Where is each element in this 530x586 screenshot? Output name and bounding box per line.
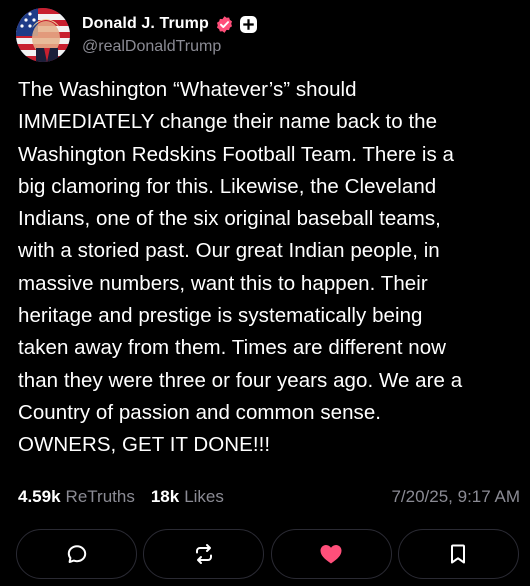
heart-icon [320, 545, 342, 564]
bookmark-button[interactable] [397, 529, 519, 579]
reply-button[interactable] [16, 529, 137, 579]
retruth-icon [195, 544, 212, 564]
plus-icon [239, 15, 257, 33]
post-header: Donald J. Trump @realDonaldTrump [16, 8, 516, 64]
post-timestamp: 7/20/25, 9:17 AM [391, 487, 520, 506]
retruths-stat[interactable]: 4.59k ReTruths [18, 487, 135, 507]
verified-badge-icon [215, 15, 234, 34]
post-stats: 4.59k ReTruths 18k Likes 7/20/25, 9:17 A… [18, 485, 520, 509]
author-handle[interactable]: @realDonaldTrump [82, 38, 221, 56]
likes-label: Likes [184, 487, 224, 506]
avatar[interactable] [16, 8, 70, 62]
comment-icon [67, 545, 86, 563]
author-name[interactable]: Donald J. Trump [82, 15, 209, 33]
author-name-row: Donald J. Trump [82, 13, 257, 35]
retruths-count: 4.59k [18, 487, 61, 506]
retruth-button[interactable] [143, 529, 265, 579]
likes-count: 18k [150, 487, 180, 506]
bookmark-icon [451, 544, 466, 564]
action-bar [16, 529, 519, 579]
avatar-image [16, 8, 70, 62]
post-body: The Washington “Whatever’s” should IMMED… [18, 78, 463, 457]
like-button[interactable] [270, 529, 392, 579]
retruths-label: ReTruths [65, 487, 135, 506]
likes-stat[interactable]: 18k Likes [151, 487, 224, 507]
